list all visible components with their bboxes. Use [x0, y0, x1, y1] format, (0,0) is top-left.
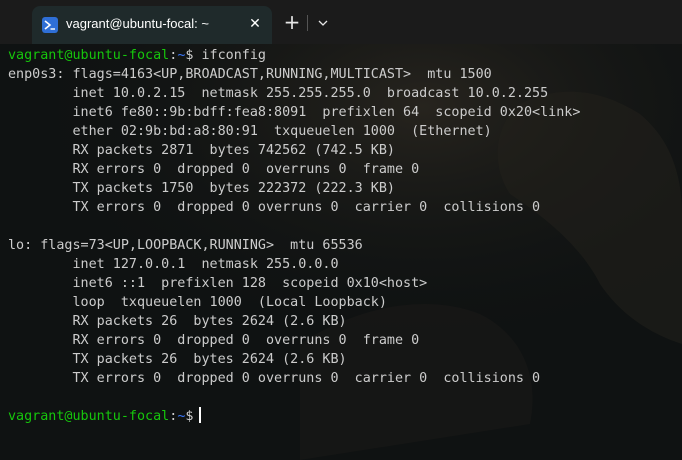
title-bar: vagrant@ubuntu-focal: ~ ✕ +: [0, 0, 682, 44]
prompt-line[interactable]: vagrant@ubuntu-focal:~$: [8, 407, 678, 426]
output-line: TX packets 1750 bytes 222372 (222.3 KB): [8, 181, 395, 196]
output-line: inet 127.0.0.1 netmask 255.0.0.0: [8, 257, 339, 272]
output-line: RX packets 2871 bytes 742562 (742.5 KB): [8, 143, 395, 158]
chevron-down-icon[interactable]: [314, 12, 332, 34]
terminal-tab[interactable]: vagrant@ubuntu-focal: ~ ✕: [32, 6, 272, 44]
prompt-user-host: vagrant@ubuntu-focal: [8, 409, 170, 424]
output-line: RX errors 0 dropped 0 overruns 0 frame 0: [8, 333, 420, 348]
output-line: loop txqueuelen 1000 (Local Loopback): [8, 295, 387, 310]
tab-title: vagrant@ubuntu-focal: ~: [66, 16, 209, 31]
tab-divider: [307, 15, 308, 31]
command-line: vagrant@ubuntu-focal:~$ ifconfig: [8, 46, 678, 65]
terminal-pane[interactable]: vagrant@ubuntu-focal:~$ ifconfig enp0s3:…: [0, 44, 682, 460]
output-line: TX packets 26 bytes 2624 (2.6 KB): [8, 352, 347, 367]
output-line: TX errors 0 dropped 0 overruns 0 carrier…: [8, 371, 541, 386]
close-tab-button[interactable]: ✕: [245, 14, 265, 34]
output-line: inet 10.0.2.15 netmask 255.255.255.0 bro…: [8, 86, 549, 101]
prompt-symbol: $: [185, 409, 194, 424]
terminal-output: vagrant@ubuntu-focal:~$ ifconfig enp0s3:…: [8, 46, 678, 426]
output-line: ether 02:9b:bd:a8:80:91 txqueuelen 1000 …: [8, 124, 492, 139]
output-line: inet6 ::1 prefixlen 128 scopeid 0x10<hos…: [8, 276, 428, 291]
output-line: TX errors 0 dropped 0 overruns 0 carrier…: [8, 200, 541, 215]
output-line: RX packets 26 bytes 2624 (2.6 KB): [8, 314, 347, 329]
prompt-symbol: $: [185, 48, 194, 63]
output-line: lo: flags=73<UP,LOOPBACK,RUNNING> mtu 65…: [8, 238, 363, 253]
powershell-terminal-icon: [42, 17, 58, 33]
command-text: ifconfig: [201, 48, 267, 63]
new-tab-button[interactable]: +: [281, 12, 303, 34]
prompt-user-host: vagrant@ubuntu-focal: [8, 48, 170, 63]
text-cursor: [199, 407, 202, 423]
output-line: RX errors 0 dropped 0 overruns 0 frame 0: [8, 162, 420, 177]
output-line: enp0s3: flags=4163<UP,BROADCAST,RUNNING,…: [8, 67, 492, 82]
output-line: inet6 fe80::9b:bdff:fea8:8091 prefixlen …: [8, 105, 581, 120]
